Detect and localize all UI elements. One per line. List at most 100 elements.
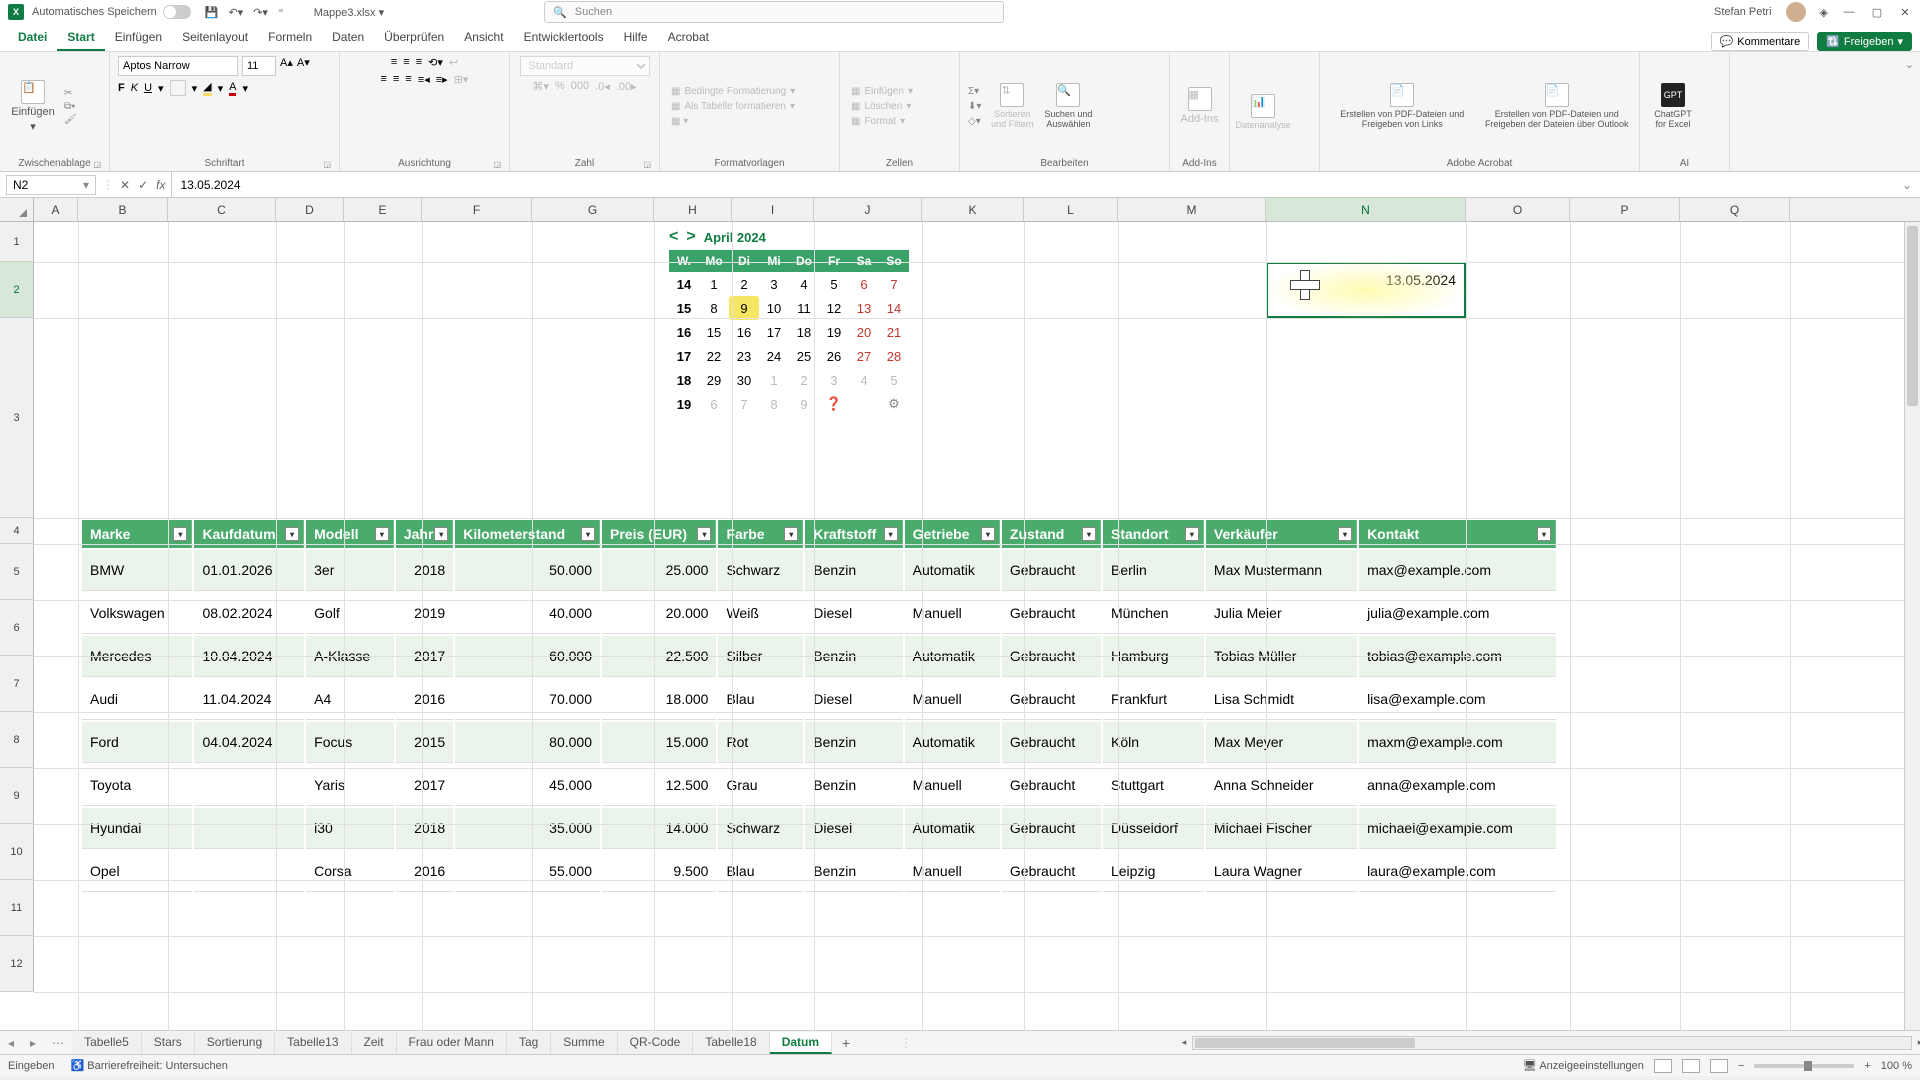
- row-header-2[interactable]: 2: [0, 262, 34, 318]
- formula-expand-icon[interactable]: ⌄: [1894, 178, 1920, 192]
- table-cell[interactable]: A4: [306, 679, 394, 720]
- col-header-B[interactable]: B: [78, 198, 168, 221]
- table-cell[interactable]: Automatik: [905, 722, 1000, 763]
- table-cell[interactable]: lisa@example.com: [1359, 679, 1556, 720]
- table-cell[interactable]: Michael Fischer: [1206, 808, 1357, 849]
- ribbon-tab-entwicklertools[interactable]: Entwicklertools: [514, 25, 614, 51]
- cancel-formula-icon[interactable]: ✕: [120, 178, 130, 192]
- sheet-nav-next-icon[interactable]: ▸: [22, 1036, 44, 1050]
- addins-button[interactable]: ▦Add-Ins: [1178, 87, 1221, 125]
- table-cell[interactable]: 2015: [396, 722, 453, 763]
- col-header-M[interactable]: M: [1118, 198, 1266, 221]
- align-left-icon[interactable]: ≡: [381, 73, 387, 86]
- table-cell[interactable]: laura@example.com: [1359, 851, 1556, 892]
- col-header-N[interactable]: N: [1266, 198, 1466, 221]
- view-normal-icon[interactable]: [1654, 1059, 1672, 1073]
- table-cell[interactable]: 04.04.2024: [194, 722, 304, 763]
- format-cells-button[interactable]: ▦ Format▾: [848, 115, 916, 128]
- cal-day[interactable]: 27: [849, 344, 879, 368]
- table-cell[interactable]: 70.000: [455, 679, 600, 720]
- filter-icon[interactable]: ▾: [884, 527, 898, 541]
- table-row[interactable]: ToyotaYaris201745.00012.500GrauBenzinMan…: [82, 765, 1556, 806]
- comments-button[interactable]: 💬 Kommentare: [1711, 32, 1810, 51]
- cut-icon[interactable]: ✂: [64, 88, 77, 99]
- cal-day[interactable]: 23: [729, 344, 759, 368]
- cal-day[interactable]: 3: [759, 272, 789, 296]
- table-cell[interactable]: Focus: [306, 722, 394, 763]
- number-format-select[interactable]: Standard: [520, 56, 650, 76]
- insert-cells-button[interactable]: ▦ Einfügen▾: [848, 85, 916, 98]
- font-name-input[interactable]: [118, 56, 238, 76]
- filter-icon[interactable]: ▾: [981, 527, 995, 541]
- table-cell[interactable]: 50.000: [455, 550, 600, 591]
- clear-icon[interactable]: ◇▾: [968, 116, 981, 127]
- col-header-D[interactable]: D: [276, 198, 344, 221]
- view-page-layout-icon[interactable]: [1682, 1059, 1700, 1073]
- row-header-6[interactable]: 6: [0, 600, 34, 656]
- save-icon[interactable]: 💾: [205, 6, 219, 19]
- table-cell[interactable]: Max Meyer: [1206, 722, 1357, 763]
- table-cell[interactable]: Automatik: [905, 808, 1000, 849]
- cal-day[interactable]: 13: [849, 296, 879, 320]
- cal-help-icon[interactable]: ❓: [819, 392, 849, 416]
- percent-icon[interactable]: %: [555, 80, 565, 93]
- table-cell[interactable]: 2017: [396, 765, 453, 806]
- maximize-icon[interactable]: ▢: [1870, 6, 1884, 19]
- table-cell[interactable]: maxm@example.com: [1359, 722, 1556, 763]
- minimize-icon[interactable]: —: [1842, 6, 1856, 18]
- indent-increase-icon[interactable]: ≡▸: [436, 73, 448, 86]
- col-header-J[interactable]: J: [814, 198, 922, 221]
- sheet-tab-tabelle13[interactable]: Tabelle13: [275, 1032, 351, 1054]
- table-cell[interactable]: anna@example.com: [1359, 765, 1556, 806]
- cal-day[interactable]: 21: [879, 320, 909, 344]
- find-select-button[interactable]: 🔍Suchen und Auswählen: [1043, 83, 1093, 129]
- row-header-9[interactable]: 9: [0, 768, 34, 824]
- table-cell[interactable]: 2016: [396, 851, 453, 892]
- name-box[interactable]: N2▾: [6, 175, 96, 195]
- filter-icon[interactable]: ▾: [784, 527, 798, 541]
- table-cell[interactable]: Automatik: [905, 550, 1000, 591]
- col-header-E[interactable]: E: [344, 198, 422, 221]
- add-sheet-icon[interactable]: +: [832, 1035, 860, 1051]
- cal-day[interactable]: 14: [879, 296, 909, 320]
- ribbon-collapse-icon[interactable]: ⌄: [1899, 52, 1920, 171]
- ribbon-tab-formeln[interactable]: Formeln: [258, 25, 322, 51]
- sheet-nav-prev-icon[interactable]: ◂: [0, 1036, 22, 1050]
- cal-settings-icon[interactable]: ⚙: [879, 392, 909, 416]
- ribbon-tab-datei[interactable]: Datei: [8, 25, 57, 51]
- copy-icon[interactable]: ⧉▾: [64, 101, 77, 112]
- cal-day[interactable]: 2: [729, 272, 759, 296]
- acrobat-share-outlook-button[interactable]: 📄Erstellen von PDF-Dateien und Freigeben…: [1483, 83, 1632, 129]
- paste-button[interactable]: 📋Einfügen▾: [8, 80, 58, 133]
- table-cell[interactable]: Lisa Schmidt: [1206, 679, 1357, 720]
- cal-day[interactable]: [849, 392, 879, 416]
- filter-icon[interactable]: ▾: [173, 527, 187, 541]
- zoom-out-icon[interactable]: −: [1738, 1060, 1744, 1072]
- row-header-10[interactable]: 10: [0, 824, 34, 880]
- table-cell[interactable]: Opel: [82, 851, 192, 892]
- zoom-level[interactable]: 100 %: [1881, 1060, 1912, 1072]
- cal-day[interactable]: 12: [819, 296, 849, 320]
- table-cell[interactable]: Manuell: [905, 679, 1000, 720]
- row-header-7[interactable]: 7: [0, 656, 34, 712]
- sort-filter-button[interactable]: ⇅Sortieren und Filtern: [987, 83, 1037, 129]
- col-header-H[interactable]: H: [654, 198, 732, 221]
- horizontal-scrollbar[interactable]: ◂▸: [1192, 1036, 1912, 1050]
- thousands-icon[interactable]: 000: [571, 80, 589, 93]
- table-cell[interactable]: 12.500: [602, 765, 716, 806]
- col-header-K[interactable]: K: [922, 198, 1024, 221]
- col-header-G[interactable]: G: [532, 198, 654, 221]
- table-cell[interactable]: i30: [306, 808, 394, 849]
- format-painter-icon[interactable]: 🖌: [64, 114, 77, 125]
- date-picker-calendar[interactable]: < > April 2024 W.MoDiMiDoFrSaSo141234567…: [669, 228, 909, 416]
- row-header-3[interactable]: 3: [0, 318, 34, 518]
- cal-day[interactable]: 6: [849, 272, 879, 296]
- col-header-Q[interactable]: Q: [1680, 198, 1790, 221]
- sheet-tab-sortierung[interactable]: Sortierung: [195, 1032, 275, 1054]
- cal-day[interactable]: 10: [759, 296, 789, 320]
- file-name[interactable]: Mappe3.xlsx ▾: [314, 6, 384, 19]
- cal-day[interactable]: 7: [729, 392, 759, 416]
- table-cell[interactable]: 15.000: [602, 722, 716, 763]
- table-cell[interactable]: 45.000: [455, 765, 600, 806]
- table-cell[interactable]: Max Mustermann: [1206, 550, 1357, 591]
